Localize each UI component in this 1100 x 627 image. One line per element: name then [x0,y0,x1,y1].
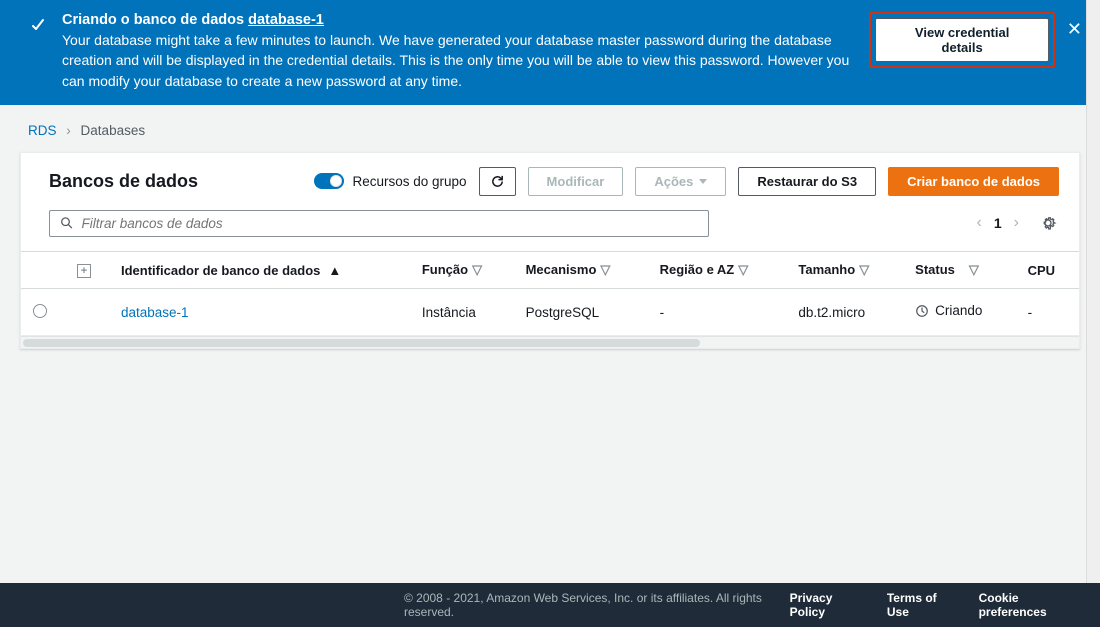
col-status[interactable]: Status▽ [903,251,1015,289]
gear-icon [1039,214,1057,232]
col-engine[interactable]: Mecanismo▽ [514,251,648,289]
col-role[interactable]: Função▽ [410,251,514,289]
filter-box[interactable] [49,210,709,237]
footer-copyright: © 2008 - 2021, Amazon Web Services, Inc.… [404,591,764,619]
banner-title-prefix: Criando o banco de dados [62,12,248,28]
row-select-radio[interactable] [33,304,47,318]
settings-button[interactable] [1039,213,1059,233]
view-credentials-highlight: View credential details [869,12,1055,68]
privacy-link[interactable]: Privacy Policy [790,591,861,619]
terms-link[interactable]: Terms of Use [887,591,953,619]
table-row[interactable]: database-1 Instância PostgreSQL - db.t2.… [21,289,1079,336]
panel-header: Bancos de dados Recursos do grupo Modifi… [21,153,1079,210]
banner-actions: View credential details ✕ [869,12,1082,68]
sort-icon: ▽ [859,262,869,277]
actions-label: Ações [654,174,693,189]
db-identifier-link[interactable]: database-1 [121,305,189,320]
refresh-icon [490,174,505,189]
cell-status: Criando [915,303,982,318]
pager: ‹ 1 › [977,213,1059,233]
banner-description: Your database might take a few minutes t… [62,30,853,91]
caret-down-icon [699,179,707,184]
cell-size: db.t2.micro [786,289,903,336]
col-size[interactable]: Tamanho▽ [786,251,903,289]
sort-icon: ▽ [472,262,482,277]
col-regionaz[interactable]: Região e AZ▽ [648,251,787,289]
sort-icon: ▽ [969,262,979,277]
table-header-row: + Identificador de banco de dados▲ Funçã… [21,251,1079,289]
pager-prev[interactable]: ‹ [977,215,982,231]
view-credentials-button[interactable]: View credential details [875,18,1049,62]
create-database-button[interactable]: Criar banco de dados [888,167,1059,196]
cell-regionaz: - [648,289,787,336]
banner-title: Criando o banco de dados database-1 [62,12,853,28]
cell-engine: PostgreSQL [514,289,648,336]
pager-page: 1 [994,215,1002,231]
horizontal-scrollbar[interactable] [21,336,1079,348]
refresh-button[interactable] [479,167,516,196]
group-resources-label: Recursos do grupo [352,174,466,189]
breadcrumb: RDS › Databases [0,105,1100,152]
close-icon[interactable]: ✕ [1067,20,1082,38]
page-title: Bancos de dados [49,171,198,192]
expand-all-icon[interactable]: + [77,264,91,278]
banner-db-link[interactable]: database-1 [248,12,324,28]
sort-asc-icon: ▲ [328,263,341,278]
breadcrumb-root[interactable]: RDS [28,123,57,138]
table-wrap: + Identificador de banco de dados▲ Funçã… [21,251,1079,336]
col-cpu[interactable]: CPU [1016,251,1079,289]
banner-text: Criando o banco de dados database-1 Your… [62,12,853,91]
group-resources-toggle[interactable]: Recursos do grupo [314,173,466,189]
banner-spinner-icon [32,18,46,30]
sort-icon: ▽ [600,262,610,277]
cookie-link[interactable]: Cookie preferences [979,591,1076,619]
pending-icon [915,304,929,318]
chevron-right-icon: › [66,123,71,138]
toggle-track [314,173,344,189]
restore-s3-button[interactable]: Restaurar do S3 [738,167,876,196]
cell-cpu: - [1016,289,1079,336]
search-icon [60,216,74,230]
filter-input[interactable] [82,216,698,231]
cell-role: Instância [410,289,514,336]
databases-panel: Bancos de dados Recursos do grupo Modifi… [20,152,1080,349]
breadcrumb-current: Databases [81,123,146,138]
actions-button[interactable]: Ações [635,167,726,196]
col-identifier[interactable]: Identificador de banco de dados▲ [109,251,410,289]
footer: © 2008 - 2021, Amazon Web Services, Inc.… [0,583,1100,627]
vertical-scrollbar[interactable] [1086,0,1100,595]
filter-row: ‹ 1 › [21,210,1079,251]
pager-next[interactable]: › [1014,215,1019,231]
sort-icon: ▽ [738,262,748,277]
info-banner: Criando o banco de dados database-1 Your… [0,0,1100,105]
databases-table: + Identificador de banco de dados▲ Funçã… [21,251,1079,336]
modify-button: Modificar [528,167,624,196]
